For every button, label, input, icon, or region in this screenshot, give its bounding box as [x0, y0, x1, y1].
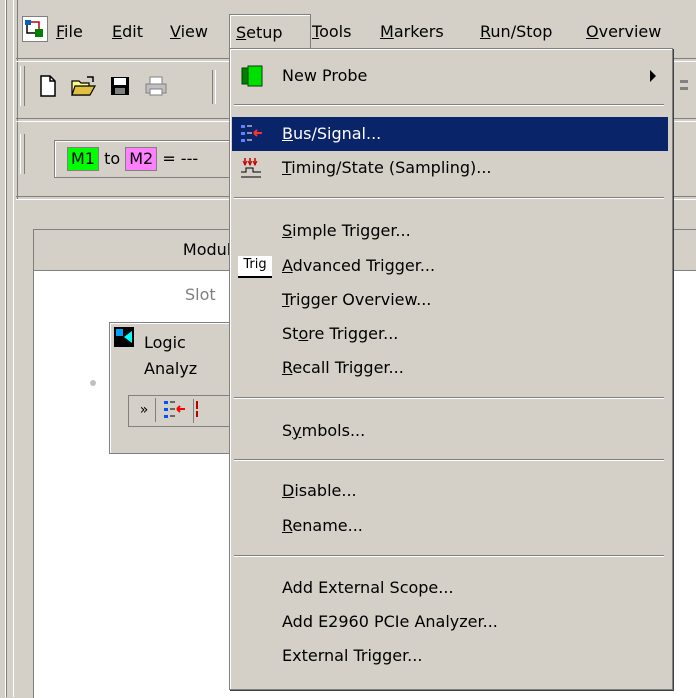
new-probe-label: New Probe: [282, 66, 368, 85]
logic-analyzer-module[interactable]: Logic Analyz »: [109, 322, 240, 454]
store-trigger-label: Store Trigger...: [282, 324, 399, 343]
add-external-scope-label: Add External Scope...: [282, 578, 454, 597]
menu-tools[interactable]: Tools: [306, 18, 357, 46]
timing-state-icon: [240, 157, 264, 179]
menu-item-trigger-overview[interactable]: Trigger Overview...: [232, 283, 668, 317]
menu-edit[interactable]: Edit: [106, 18, 149, 46]
toolbar2-grip[interactable]: [20, 134, 25, 174]
recall-trigger-label: Recall Trigger...: [282, 358, 404, 377]
menu-separator: [234, 397, 664, 399]
trig-icon: Trig: [238, 256, 272, 278]
menu-overview[interactable]: Overview: [580, 18, 667, 46]
menu-separator: [234, 459, 664, 461]
toolbar-grip[interactable]: [20, 66, 25, 106]
bus-signal-module-button[interactable]: [163, 399, 187, 423]
window-frame: [0, 0, 7, 697]
print-button[interactable]: [140, 70, 172, 102]
app-logo-icon: [25, 20, 43, 37]
marker-to: to: [104, 149, 121, 168]
marker-m2: M2: [125, 147, 158, 171]
menu-separator: [234, 197, 664, 199]
save-button[interactable]: [104, 70, 136, 102]
menu-item-recall-trigger[interactable]: Recall Trigger...: [232, 351, 668, 385]
menu-separator: [234, 104, 664, 106]
bus-signal-icon: [164, 401, 185, 418]
marker-value: = ---: [162, 149, 199, 168]
setup-menu: New Probe Bus/Signal... Timing/State (Sa: [229, 48, 673, 690]
menu-item-symbols[interactable]: Symbols...: [232, 414, 668, 448]
menu-item-disable[interactable]: Disable...: [232, 474, 668, 508]
menu-item-rename[interactable]: Rename...: [232, 509, 668, 543]
timing-icon: [196, 401, 198, 417]
menu-item-store-trigger[interactable]: Store Trigger...: [232, 317, 668, 351]
menu-separator: [234, 555, 664, 557]
save-disk-icon: [111, 77, 129, 95]
app-icon[interactable]: [22, 16, 48, 42]
submenu-arrow-icon: [650, 70, 656, 82]
new-probe-icon: [240, 65, 264, 87]
menu-item-add-e2960[interactable]: Add E2960 PCIe Analyzer...: [232, 605, 668, 639]
new-file-icon: [40, 75, 56, 97]
timing-state-label: Timing/State (Sampling)...: [282, 158, 492, 177]
rename-label: Rename...: [282, 516, 363, 535]
symbols-label: Symbols...: [282, 421, 366, 440]
marker-box[interactable]: M1 to M2 = ---: [54, 140, 256, 178]
external-trigger-label: External Trigger...: [282, 646, 423, 665]
menu-markers[interactable]: Markers: [374, 18, 450, 46]
menu-item-add-external-scope[interactable]: Add External Scope...: [232, 571, 668, 605]
marker-m1: M1: [67, 147, 99, 171]
open-folder-icon: [71, 76, 97, 96]
simple-trigger-label: Simple Trigger...: [282, 221, 411, 240]
toolbar-separator: [212, 70, 216, 104]
add-e2960-label: Add E2960 PCIe Analyzer...: [282, 612, 498, 631]
printer-icon: [145, 76, 167, 96]
slot-label: Slot: [185, 285, 216, 304]
module-buttons: »: [128, 395, 240, 427]
new-file-button[interactable]: [32, 70, 64, 102]
menu-file[interactable]: File: [50, 18, 89, 46]
trigger-overview-label: Trigger Overview...: [282, 290, 432, 309]
chevron-down-icon: »: [139, 402, 149, 418]
advanced-trigger-label: Advanced Trigger...: [282, 256, 436, 275]
menu-item-advanced-trigger[interactable]: Trig Advanced Trigger...: [232, 249, 668, 283]
menu-item-timing-state[interactable]: Timing/State (Sampling)...: [232, 151, 668, 185]
bus-signal-icon: [240, 123, 264, 145]
disable-label: Disable...: [282, 481, 357, 500]
logic-analyzer-name: Logic: [144, 333, 186, 352]
expand-button[interactable]: »: [133, 398, 156, 422]
menu-item-external-trigger[interactable]: External Trigger...: [232, 639, 668, 673]
logic-analyzer-name-2: Analyz: [144, 359, 198, 378]
open-file-button[interactable]: [68, 70, 100, 102]
bus-signal-label: Bus/Signal...: [282, 124, 382, 143]
logic-analyzer-icon: [114, 327, 134, 347]
menu-item-new-probe[interactable]: New Probe: [232, 59, 668, 93]
connector-dot: [90, 380, 96, 386]
menu-run-stop[interactable]: Run/Stop: [474, 18, 558, 46]
menu-item-simple-trigger[interactable]: Simple Trigger...: [232, 214, 668, 248]
toolbar-right-stub: [680, 78, 690, 96]
menu-view[interactable]: View: [164, 18, 214, 46]
timing-module-button[interactable]: [193, 399, 206, 423]
menu-setup[interactable]: Setup: [229, 14, 311, 51]
menu-item-bus-signal[interactable]: Bus/Signal...: [232, 117, 668, 151]
